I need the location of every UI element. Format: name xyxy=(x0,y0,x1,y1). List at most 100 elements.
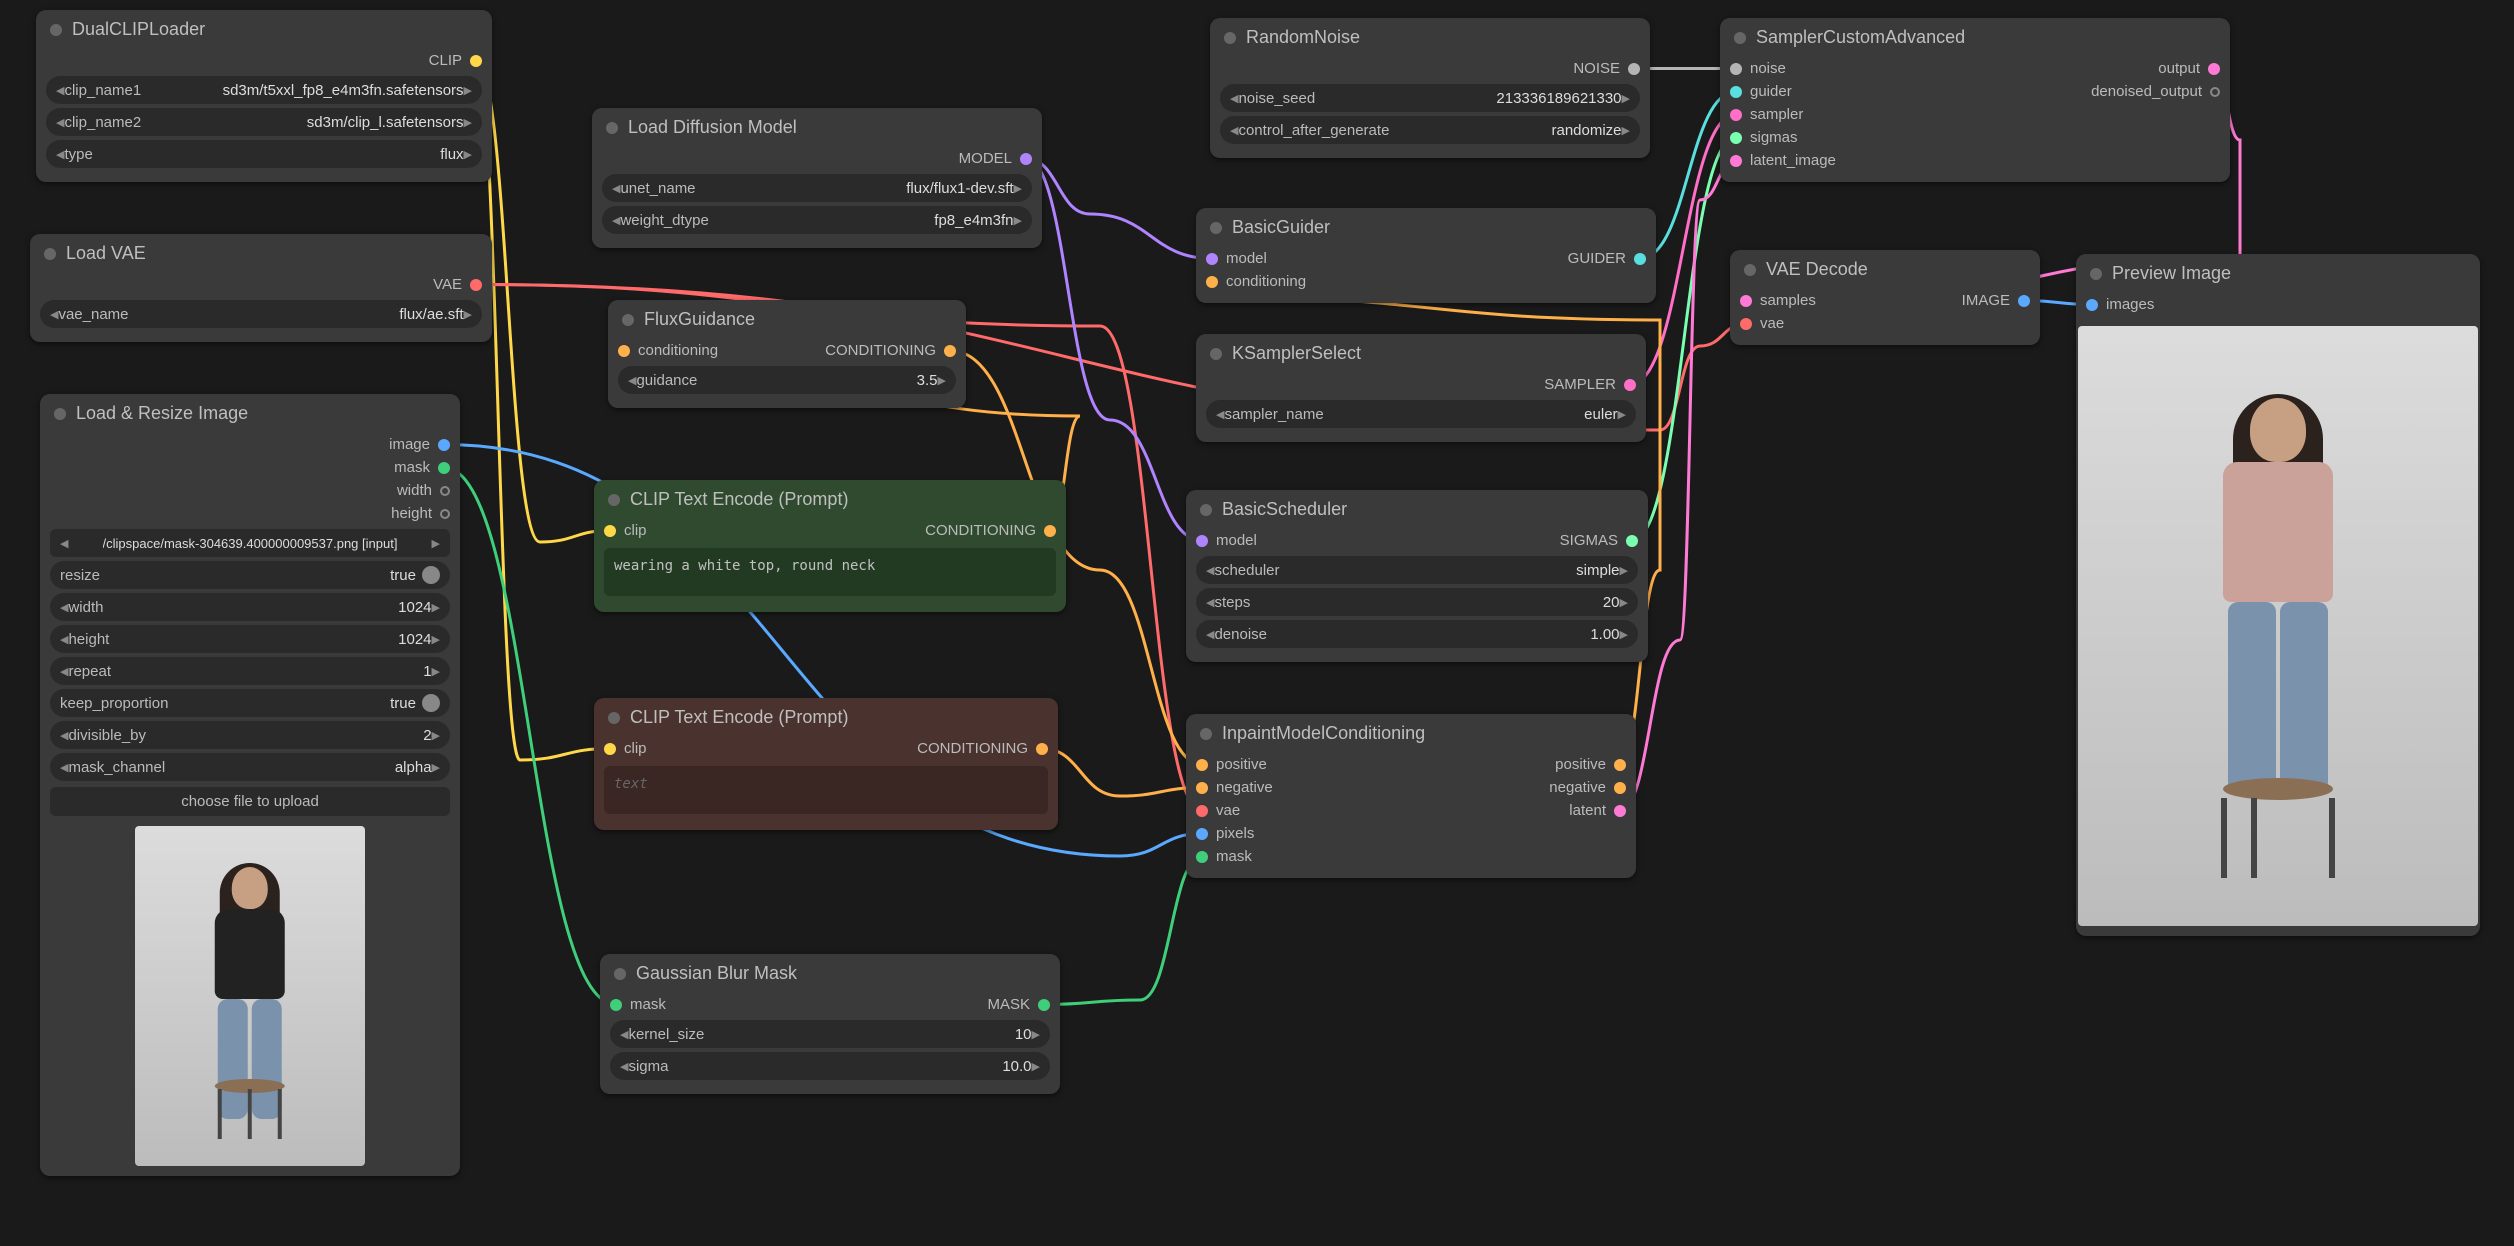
arrow-right-icon[interactable]: ▶ xyxy=(1014,182,1022,195)
arrow-right-icon[interactable]: ▶ xyxy=(432,633,440,646)
input-port-conditioning[interactable] xyxy=(1206,276,1218,288)
arrow-right-icon[interactable]: ▶ xyxy=(464,148,472,161)
node-title[interactable]: VAE Decode xyxy=(1730,250,2040,289)
node-title[interactable]: Load VAE xyxy=(30,234,492,273)
wire[interactable] xyxy=(476,61,610,543)
widget-noise_seed[interactable]: ◀noise_seed213336189621330▶ xyxy=(1220,84,1640,112)
output-port-noise[interactable] xyxy=(1628,63,1640,75)
collapse-dot-icon[interactable] xyxy=(606,122,618,134)
input-port-samples[interactable] xyxy=(1740,295,1752,307)
input-port-sigmas[interactable] xyxy=(1730,132,1742,144)
output-port-vae[interactable] xyxy=(470,279,482,291)
collapse-dot-icon[interactable] xyxy=(608,494,620,506)
node-load-diffusion-model[interactable]: Load Diffusion Model MODEL ◀unet_nameflu… xyxy=(592,108,1042,248)
arrow-right-icon[interactable]: ▶ xyxy=(1620,628,1628,641)
prompt-textarea[interactable]: wearing a white top, round neck xyxy=(604,548,1056,596)
arrow-left-icon[interactable]: ◀ xyxy=(620,1060,628,1073)
widget-resize[interactable]: resizetrue xyxy=(50,561,450,589)
collapse-dot-icon[interactable] xyxy=(608,712,620,724)
choose-file-button[interactable]: choose file to upload xyxy=(50,787,450,816)
arrow-left-icon[interactable]: ◀ xyxy=(628,374,636,387)
input-port-vae[interactable] xyxy=(1196,805,1208,817)
output-port-guider[interactable] xyxy=(1634,253,1646,265)
collapse-dot-icon[interactable] xyxy=(54,408,66,420)
collapse-dot-icon[interactable] xyxy=(1734,32,1746,44)
node-title[interactable]: InpaintModelConditioning xyxy=(1186,714,1636,753)
arrow-left-icon[interactable]: ◀ xyxy=(60,537,68,550)
output-port-sampler[interactable] xyxy=(1624,379,1636,391)
output-port-denoised_output[interactable] xyxy=(2210,87,2220,97)
arrow-left-icon[interactable]: ◀ xyxy=(60,633,68,646)
collapse-dot-icon[interactable] xyxy=(44,248,56,260)
output-port-mask[interactable] xyxy=(1038,999,1050,1011)
arrow-right-icon[interactable]: ▶ xyxy=(464,308,472,321)
arrow-right-icon[interactable]: ▶ xyxy=(432,537,440,550)
collapse-dot-icon[interactable] xyxy=(614,968,626,980)
output-port-height[interactable] xyxy=(440,509,450,519)
widget-steps[interactable]: ◀steps20▶ xyxy=(1196,588,1638,616)
widget-divisible_by[interactable]: ◀divisible_by2▶ xyxy=(50,721,450,749)
arrow-left-icon[interactable]: ◀ xyxy=(1206,596,1214,609)
widget-scheduler[interactable]: ◀schedulersimple▶ xyxy=(1196,556,1638,584)
input-port-images[interactable] xyxy=(2086,299,2098,311)
toggle-icon[interactable] xyxy=(422,694,440,712)
input-port-pixels[interactable] xyxy=(1196,828,1208,840)
output-port-mask[interactable] xyxy=(438,462,450,474)
output-port-clip[interactable] xyxy=(470,55,482,67)
widget-sampler_name[interactable]: ◀sampler_nameeuler▶ xyxy=(1206,400,1636,428)
node-ksamplerselect[interactable]: KSamplerSelect SAMPLER ◀sampler_nameeule… xyxy=(1196,334,1646,442)
widget-unet_name[interactable]: ◀unet_nameflux/flux1-dev.sft▶ xyxy=(602,174,1032,202)
input-port-positive[interactable] xyxy=(1196,759,1208,771)
node-preview-image[interactable]: Preview Image images xyxy=(2076,254,2480,936)
arrow-right-icon[interactable]: ▶ xyxy=(432,601,440,614)
input-port-model[interactable] xyxy=(1196,535,1208,547)
node-samplercustomadvanced[interactable]: SamplerCustomAdvanced noise output guide… xyxy=(1720,18,2230,182)
arrow-right-icon[interactable]: ▶ xyxy=(464,116,472,129)
arrow-left-icon[interactable]: ◀ xyxy=(60,665,68,678)
node-title[interactable]: DualCLIPLoader xyxy=(36,10,492,49)
node-clip-text-encode-positive[interactable]: CLIP Text Encode (Prompt) clip CONDITION… xyxy=(594,480,1066,612)
output-port-width[interactable] xyxy=(440,486,450,496)
node-vae-decode[interactable]: VAE Decode samples IMAGE vae xyxy=(1730,250,2040,345)
node-fluxguidance[interactable]: FluxGuidance conditioning CONDITIONING ◀… xyxy=(608,300,966,408)
collapse-dot-icon[interactable] xyxy=(1210,348,1222,360)
wire[interactable] xyxy=(1632,138,1736,541)
node-inpaintmodelconditioning[interactable]: InpaintModelConditioning positive positi… xyxy=(1186,714,1636,878)
input-port-clip[interactable] xyxy=(604,525,616,537)
input-port-sampler[interactable] xyxy=(1730,109,1742,121)
input-port-conditioning[interactable] xyxy=(618,345,630,357)
arrow-left-icon[interactable]: ◀ xyxy=(1230,92,1238,105)
collapse-dot-icon[interactable] xyxy=(1744,264,1756,276)
collapse-dot-icon[interactable] xyxy=(50,24,62,36)
node-basicscheduler[interactable]: BasicScheduler model SIGMAS ◀schedulersi… xyxy=(1186,490,1648,662)
wire[interactable] xyxy=(1026,159,1212,259)
arrow-left-icon[interactable]: ◀ xyxy=(50,308,58,321)
node-basicguider[interactable]: BasicGuider model GUIDER conditioning xyxy=(1196,208,1656,303)
node-gaussian-blur-mask[interactable]: Gaussian Blur Mask mask MASK ◀kernel_siz… xyxy=(600,954,1060,1094)
arrow-right-icon[interactable]: ▶ xyxy=(432,729,440,742)
arrow-right-icon[interactable]: ▶ xyxy=(1622,92,1630,105)
widget-keep_proportion[interactable]: keep_proportiontrue xyxy=(50,689,450,717)
widget-guidance[interactable]: ◀guidance3.5▶ xyxy=(618,366,956,394)
widget-weight_dtype[interactable]: ◀weight_dtypefp8_e4m3fn▶ xyxy=(602,206,1032,234)
output-port-output[interactable] xyxy=(2208,63,2220,75)
input-port-guider[interactable] xyxy=(1730,86,1742,98)
node-title[interactable]: RandomNoise xyxy=(1210,18,1650,57)
input-port-mask[interactable] xyxy=(1196,851,1208,863)
arrow-left-icon[interactable]: ◀ xyxy=(1206,628,1214,641)
node-title[interactable]: CLIP Text Encode (Prompt) xyxy=(594,698,1058,737)
input-image-thumbnail[interactable] xyxy=(135,826,365,1166)
output-port-model[interactable] xyxy=(1020,153,1032,165)
wire[interactable] xyxy=(476,61,610,761)
widget-denoise[interactable]: ◀denoise1.00▶ xyxy=(1196,620,1638,648)
node-title[interactable]: BasicScheduler xyxy=(1186,490,1648,529)
input-port-model[interactable] xyxy=(1206,253,1218,265)
input-port-clip[interactable] xyxy=(604,743,616,755)
arrow-left-icon[interactable]: ◀ xyxy=(56,148,64,161)
collapse-dot-icon[interactable] xyxy=(622,314,634,326)
widget-vae_name[interactable]: ◀vae_nameflux/ae.sft▶ xyxy=(40,300,482,328)
arrow-right-icon[interactable]: ▶ xyxy=(432,665,440,678)
widget-repeat[interactable]: ◀repeat1▶ xyxy=(50,657,450,685)
output-port-negative[interactable] xyxy=(1614,782,1626,794)
widget-clip_name2[interactable]: ◀clip_name2sd3m/clip_l.safetensors▶ xyxy=(46,108,482,136)
